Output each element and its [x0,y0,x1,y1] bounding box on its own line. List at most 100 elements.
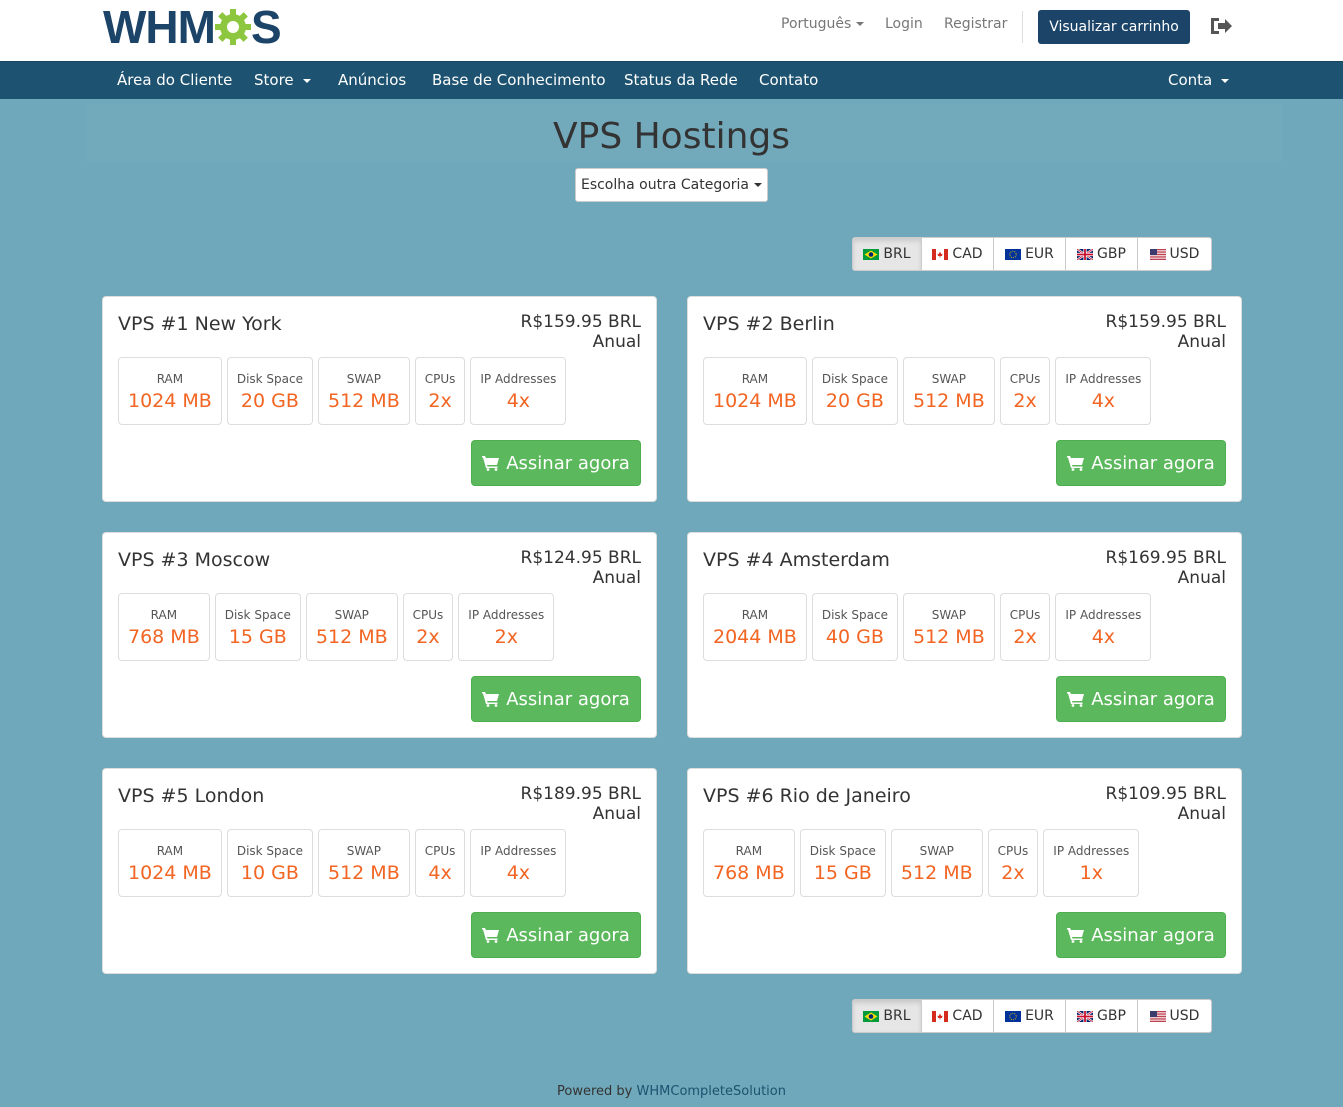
spec-value: 1024 MB [128,390,212,412]
spec-box-swap: SWAP 512 MB [890,829,983,897]
spec-list: RAM 1024 MB Disk Space 20 GB SWAP 512 MB CPUs 2… [118,357,567,425]
spec-label: IP Addresses [1065,608,1142,622]
spec-label: CPUs [424,372,456,386]
product-name: VPS #3 Moscow [118,549,271,571]
subscribe-button[interactable]: Assinar agora [471,912,641,958]
product-price-block: R$109.95 BRL Anual [1106,784,1226,824]
nav-item-store[interactable]: Store [254,71,311,89]
spec-value: 4x [1091,390,1116,412]
whmcs-logo[interactable]: WHM S [103,1,282,53]
category-dropdown-button[interactable]: Escolha outra Categoria [575,168,768,202]
nav-item-client-area[interactable]: Área do Cliente [117,71,232,89]
language-dropdown[interactable]: Português [781,16,865,32]
subscribe-button-label: Assinar agora [506,688,630,710]
nav-store-label: Store [254,71,294,89]
view-cart-button[interactable]: Visualizar carrinho [1038,10,1190,44]
currency-button-gbp[interactable]: GBP [1066,1000,1138,1032]
nav-item-knowledgebase[interactable]: Base de Conhecimento [432,71,606,89]
spec-box-cpus: CPUs 2x [999,357,1051,425]
currency-code: EUR [1025,1008,1054,1024]
product-card: VPS #4 Amsterdam R$169.95 BRL Anual RAM 2044… [687,532,1242,738]
currency-code: BRL [883,1008,911,1024]
spec-box-swap: SWAP 512 MB [305,593,398,661]
spec-box-swap: SWAP 512 MB [903,593,995,661]
spec-box-disk: Disk Space 20 GB [811,357,898,425]
nav-item-contact[interactable]: Contato [759,71,818,89]
subscribe-button[interactable]: Assinar agora [1056,676,1226,722]
footer: Powered by WHMCompleteSolution [0,1084,1343,1099]
currency-button-cad[interactable]: CAD [922,238,994,270]
product-price-block: R$189.95 BRL Anual [521,784,641,824]
spec-value: 2x [1001,862,1025,884]
billing-cycle: Anual [592,332,641,352]
currency-button-eur[interactable]: EUR [994,1000,1066,1032]
spec-box-cpus: CPUs 2x [999,593,1051,661]
currency-button-usd[interactable]: USD [1138,1000,1211,1032]
language-label: Português [781,16,852,32]
currency-button-brl[interactable]: BRL [853,238,922,270]
spec-value: 512 MB [328,862,400,884]
spec-label: SWAP [919,844,954,858]
subscribe-button[interactable]: Assinar agora [1056,440,1226,486]
shopping-cart-icon [482,928,500,943]
billing-cycle: Anual [1177,332,1226,352]
spec-label: CPUs [1009,372,1041,386]
gear-icon [214,9,251,45]
footer-link[interactable]: WHMCompleteSolution [637,1084,786,1099]
subscribe-button-label: Assinar agora [1091,452,1215,474]
currency-button-gbp[interactable]: GBP [1066,238,1138,270]
main-navbar: Área do Cliente Store Anúncios Base de C… [0,61,1343,99]
currency-button-eur[interactable]: EUR [994,238,1066,270]
spec-value: 512 MB [328,390,400,412]
product-price-block: R$124.95 BRL Anual [521,548,641,588]
subscribe-button[interactable]: Assinar agora [471,676,641,722]
login-link[interactable]: Login [885,16,923,32]
shopping-cart-icon [482,456,500,471]
currency-button-usd[interactable]: USD [1138,238,1211,270]
spec-value: 4x [506,390,531,412]
logout-icon[interactable] [1209,15,1233,37]
product-card: VPS #2 Berlin R$159.95 BRL Anual RAM 1024 MB… [687,296,1242,502]
spec-value: 20 GB [825,390,884,412]
nav-item-announcements[interactable]: Anúncios [338,71,406,89]
spec-label: Disk Space [809,844,876,858]
product-name: VPS #1 New York [118,313,282,335]
spec-box-ip: IP Addresses 4x [1055,593,1152,661]
spec-label: Disk Space [224,608,291,622]
product-name: VPS #4 Amsterdam [703,549,890,571]
subscribe-button[interactable]: Assinar agora [471,440,641,486]
chevron-down-icon [754,183,763,187]
product-price: R$189.95 BRL [520,784,641,804]
spec-label: RAM [156,844,184,858]
register-link[interactable]: Registrar [944,16,1007,32]
shopping-cart-icon [482,692,500,707]
spec-box-ip: IP Addresses 4x [470,829,567,897]
nav-item-network-status[interactable]: Status da Rede [624,71,738,89]
spec-value: 2044 MB [713,626,797,648]
currency-button-brl[interactable]: BRL [853,1000,922,1032]
spec-label: Disk Space [821,608,888,622]
spec-label: IP Addresses [480,844,557,858]
spec-box-ram: RAM 768 MB [703,829,795,897]
product-name: VPS #6 Rio de Janeiro [703,785,911,807]
product-name: VPS #5 London [118,785,265,807]
spec-list: RAM 768 MB Disk Space 15 GB SWAP 512 MB CPUs 2x… [118,593,555,661]
subscribe-button-label: Assinar agora [1091,924,1215,946]
logo-text-right: S [250,1,282,53]
subscribe-button-label: Assinar agora [1091,688,1215,710]
spec-label: SWAP [346,372,381,386]
us-flag-icon [1149,1010,1166,1022]
spec-label: CPUs [424,844,456,858]
nav-item-account[interactable]: Conta [1168,71,1230,89]
spec-value: 2x [494,626,518,648]
header-divider [1022,11,1023,43]
spec-box-cpus: CPUs 2x [414,357,466,425]
spec-box-disk: Disk Space 15 GB [214,593,301,661]
spec-label: CPUs [997,844,1029,858]
subscribe-button[interactable]: Assinar agora [1056,912,1226,958]
spec-list: RAM 1024 MB Disk Space 20 GB SWAP 512 MB CPUs 2… [703,357,1152,425]
spec-box-ram: RAM 1024 MB [703,357,807,425]
currency-button-cad[interactable]: CAD [922,1000,994,1032]
spec-label: CPUs [412,608,444,622]
billing-cycle: Anual [1177,568,1226,588]
